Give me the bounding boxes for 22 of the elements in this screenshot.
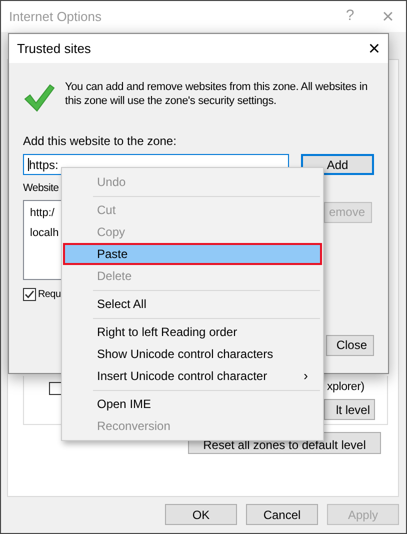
submenu-arrow: › (304, 367, 308, 386)
checkbox-label: Requ (38, 288, 61, 302)
checkbox[interactable] (23, 288, 36, 301)
dialog-title: Trusted sites (17, 40, 91, 58)
menu-item[interactable]: Right to left Reading order (63, 321, 322, 343)
menu-item[interactable]: Show Unicode control characters (63, 343, 322, 365)
websites-label: Website (23, 181, 59, 196)
checkbox-label: xplorer) (327, 380, 364, 396)
close-dialog-button[interactable]: Close (326, 334, 374, 356)
menu-item[interactable]: Select All (63, 293, 322, 315)
zone-description: You can add and remove websites from this zone. All websites in this zone will use the zone's security settings. (65, 80, 369, 109)
default-level-button[interactable]: lt level (324, 399, 375, 420)
dialog-button[interactable]: Cancel (246, 504, 318, 525)
menu-item[interactable]: Insert Unicode control character › (63, 365, 322, 387)
close-button[interactable]: × (368, 34, 380, 64)
add-label: Add this website to the zone: (23, 133, 178, 150)
window-title: Internet Options (9, 8, 102, 26)
checkmark-icon (23, 82, 55, 114)
menu-item[interactable]: Paste (63, 243, 322, 265)
checkbox[interactable] (49, 382, 62, 394)
dialog-button[interactable]: OK (165, 504, 237, 525)
menu-item[interactable]: Open IME (63, 393, 322, 415)
